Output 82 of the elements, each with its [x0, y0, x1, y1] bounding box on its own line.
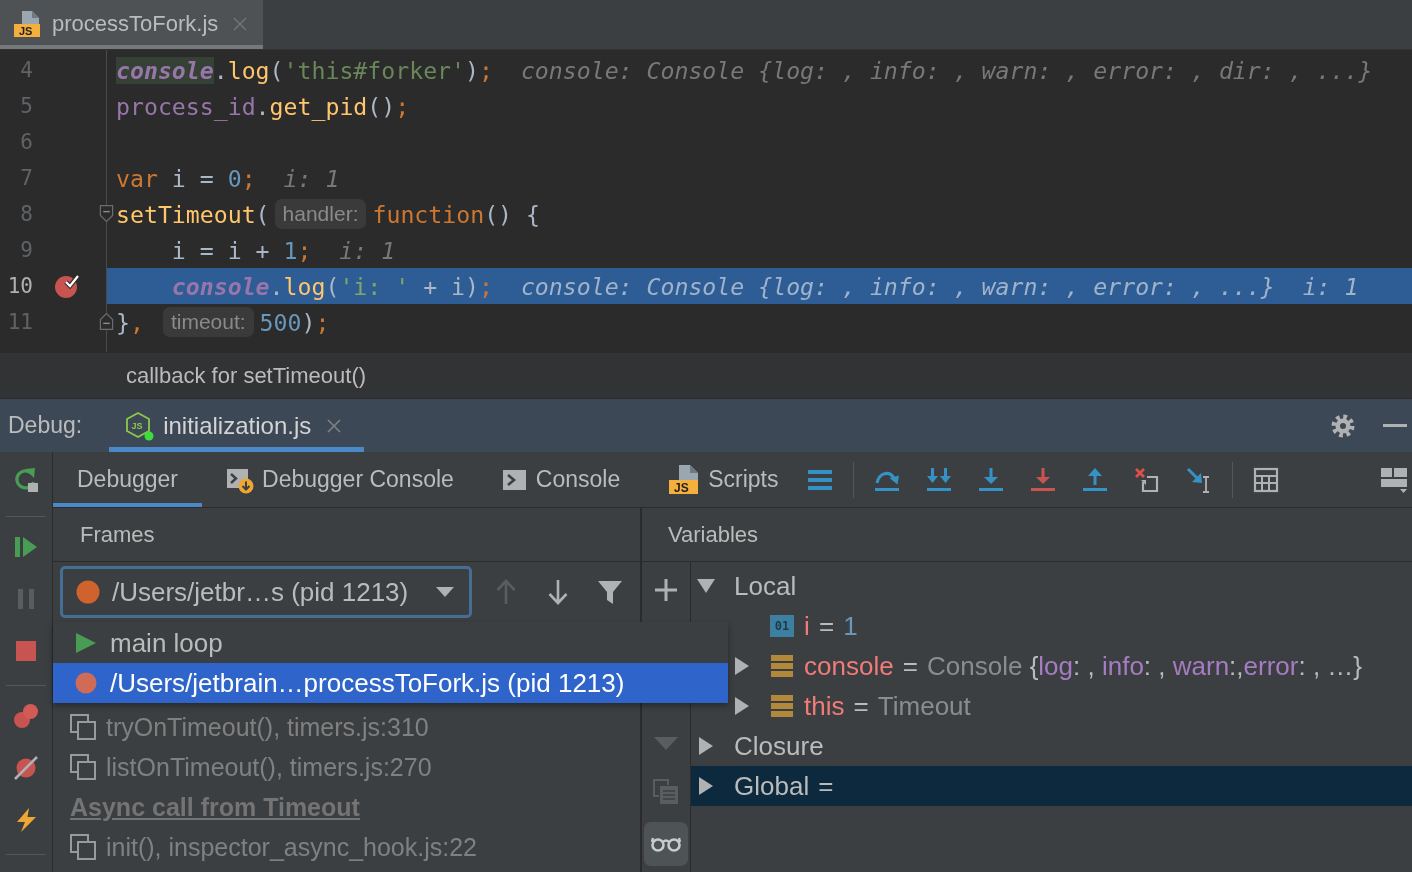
stacked-squares-icon: [70, 834, 96, 860]
scope-label: Local: [734, 570, 797, 602]
line-number: 6: [19, 130, 33, 154]
crossed-circle-icon[interactable]: [13, 755, 39, 781]
code-text: setTimeout(: [116, 200, 270, 228]
scope-label: Closure: [734, 730, 824, 762]
status-dot-icon: [75, 672, 97, 694]
breadcrumb[interactable]: callback for setTimeout(): [126, 362, 367, 389]
down-arrow-icon[interactable]: [977, 466, 1004, 493]
code-text: i = i + 1;: [171, 236, 312, 264]
status-dot-icon: [76, 580, 100, 604]
breakpoint-icon[interactable]: [54, 273, 80, 299]
line-number: 4: [19, 58, 33, 82]
line-number: 5: [19, 94, 33, 118]
expand-arrow-icon[interactable]: [697, 777, 715, 795]
variable-label: this = Timeout: [804, 690, 971, 722]
scope-label: Global =: [734, 770, 835, 802]
type-badge: 01: [770, 615, 794, 637]
caret-icon: [436, 587, 454, 597]
code-text: process_id.get_pid();: [116, 92, 410, 120]
thread-dropdown[interactable]: /Users/jetbr…s (pid 1213): [60, 566, 472, 618]
stop-icon[interactable]: [13, 638, 39, 664]
play-icon: [75, 632, 97, 654]
editor-tab[interactable]: JS processToFork.js: [0, 0, 264, 49]
stacked-squares-icon: [70, 754, 96, 780]
line-number: 7: [19, 166, 33, 190]
line-number: 9: [19, 238, 33, 262]
expand-arrow-icon[interactable]: [697, 577, 715, 595]
session-tab[interactable]: JS initialization.js: [109, 399, 365, 452]
inline-value: i: 1: [339, 236, 396, 264]
parameter-hint: handler:: [274, 199, 367, 229]
view-tab[interactable]: Console: [477, 452, 645, 507]
calculator-icon[interactable]: [1252, 466, 1279, 493]
inline-value: i: 1: [283, 164, 340, 192]
cursor-arrow-icon[interactable]: [1185, 466, 1212, 493]
code-text: },: [116, 308, 145, 336]
down-arrow-icon[interactable]: [1029, 466, 1056, 493]
up-arrow-icon[interactable]: [1081, 466, 1108, 493]
dropdown-option[interactable]: /Users/jetbrain…processToFork.js (pid 1213): [53, 663, 728, 703]
line-number: 10: [6, 274, 33, 298]
view-tab[interactable]: Debugger: [53, 452, 203, 507]
view-tab[interactable]: Debugger Console: [202, 452, 478, 507]
stacked-bars-icon: [770, 654, 794, 678]
layout-icon[interactable]: [1380, 465, 1408, 494]
line-number: 8: [19, 202, 33, 226]
panel-title: Frames: [80, 521, 155, 548]
cross-box-icon[interactable]: [1133, 466, 1160, 493]
inline-value: console: Console {log: , info: , warn: , error: , dir: , ...}: [520, 56, 1373, 84]
code-text: function() {: [372, 200, 540, 228]
tree-row[interactable]: Closure: [691, 726, 1412, 766]
stacked-squares-icon: [70, 714, 96, 740]
fold-marker-icon[interactable]: [99, 312, 114, 331]
code-text: console.log('i: ' + i);: [171, 272, 493, 300]
double-down-arrow-icon[interactable]: [925, 466, 952, 493]
inline-value: console: Console {log: , info: , warn: , error: , ...}: [520, 272, 1275, 300]
variable-label: i = 1: [804, 610, 858, 642]
expand-arrow-icon[interactable]: [733, 657, 751, 675]
stacked-bars-icon: [770, 694, 794, 718]
tree-row[interactable]: Local: [691, 566, 1412, 606]
circular-arrow-icon[interactable]: [13, 467, 39, 493]
tree-row[interactable]: Global =: [691, 766, 1412, 806]
async-call-label: Async call from Timeout: [70, 792, 360, 822]
panel-title: Variables: [668, 521, 759, 548]
double-circle-icon[interactable]: [13, 703, 39, 729]
expand-arrow-icon[interactable]: [697, 737, 715, 755]
inline-value: i: 1: [1302, 272, 1359, 300]
toggle-button[interactable]: [644, 822, 688, 866]
close-icon[interactable]: [326, 417, 343, 434]
line-number: 11: [6, 310, 33, 334]
fold-marker-icon[interactable]: [99, 204, 114, 223]
settings-icon[interactable]: [1330, 412, 1356, 439]
plus-icon[interactable]: [654, 578, 678, 602]
code-text: console.log('this#forker');: [116, 56, 493, 84]
code-text: 500);: [259, 308, 330, 336]
filter-icon[interactable]: [597, 579, 623, 605]
parameter-hint: timeout:: [162, 307, 254, 337]
expand-arrow-icon[interactable]: [733, 697, 751, 715]
tool-window-title: Debug:: [7, 412, 83, 439]
code-text: var i = 0;: [116, 164, 256, 192]
resume-icon[interactable]: [13, 534, 39, 560]
variable-label: console = Console {log: , info: , warn:,error: , …}: [804, 650, 1363, 682]
view-tab[interactable]: JS Scripts: [644, 452, 803, 507]
